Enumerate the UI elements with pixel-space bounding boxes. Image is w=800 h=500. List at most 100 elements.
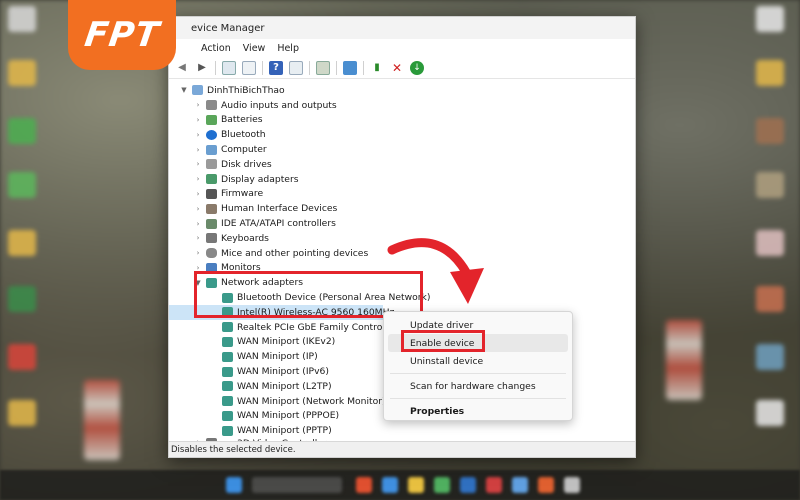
category-label: Network adapters bbox=[221, 277, 304, 289]
tree-device[interactable]: WAN Miniport (PPTP) bbox=[169, 423, 635, 438]
forward-icon[interactable]: ▶ bbox=[195, 61, 209, 75]
taskbar-app-icon[interactable] bbox=[512, 477, 528, 493]
chevron-right-icon[interactable]: › bbox=[193, 249, 203, 257]
help-icon[interactable]: ? bbox=[269, 60, 283, 75]
tree-device-selected[interactable]: Intel(R) Wireless-AC 9560 160MHz bbox=[169, 304, 394, 320]
chevron-right-icon[interactable]: › bbox=[193, 175, 203, 183]
desktop-icon[interactable] bbox=[756, 400, 784, 426]
desktop-icon[interactable] bbox=[756, 230, 784, 256]
taskbar-app-icon[interactable] bbox=[356, 477, 372, 493]
chevron-right-icon[interactable]: › bbox=[193, 116, 203, 124]
toolbar: ◀ ▶ ? ▮ ✕ ↓ bbox=[169, 57, 635, 79]
menu-bar: Action View Help bbox=[169, 39, 635, 57]
taskbar-app-icon[interactable] bbox=[460, 477, 476, 493]
enable-icon[interactable]: ↓ bbox=[410, 60, 424, 75]
fpt-logo: FPT bbox=[68, 0, 176, 70]
category-label: Display adapters bbox=[221, 173, 299, 185]
taskbar bbox=[0, 470, 800, 500]
keyboard-icon bbox=[206, 233, 217, 244]
chevron-right-icon[interactable]: › bbox=[193, 131, 203, 139]
device-label: WAN Miniport (IKEv2) bbox=[237, 336, 336, 348]
tree-category[interactable]: › Audio inputs and outputs bbox=[169, 98, 635, 113]
taskbar-app-icon[interactable] bbox=[434, 477, 450, 493]
tree-category[interactable]: › Computer bbox=[169, 142, 635, 157]
desktop-icon[interactable] bbox=[8, 400, 36, 426]
monitor-icon[interactable] bbox=[343, 60, 357, 75]
desktop-icon[interactable] bbox=[756, 60, 784, 86]
computer-icon bbox=[206, 144, 217, 155]
menu-action[interactable]: Action bbox=[201, 43, 231, 54]
category-label: IDE ATA/ATAPI controllers bbox=[221, 218, 336, 230]
desktop-icon[interactable] bbox=[756, 344, 784, 370]
back-icon[interactable]: ◀ bbox=[175, 61, 189, 75]
chevron-right-icon[interactable]: › bbox=[193, 220, 203, 228]
chevron-right-icon[interactable]: › bbox=[193, 234, 203, 242]
desktop-icon[interactable] bbox=[8, 230, 36, 256]
menu-help[interactable]: Help bbox=[277, 43, 299, 54]
desktop-icon[interactable] bbox=[8, 344, 36, 370]
properties-menu-item[interactable]: Properties bbox=[384, 402, 572, 420]
chevron-right-icon[interactable]: › bbox=[193, 101, 203, 109]
network-adapter-icon bbox=[222, 410, 233, 421]
desktop-icon[interactable] bbox=[8, 286, 36, 312]
disk-icon bbox=[206, 159, 217, 170]
chevron-right-icon[interactable]: › bbox=[193, 160, 203, 168]
windows-start-icon[interactable] bbox=[226, 477, 242, 493]
desktop-icon[interactable] bbox=[8, 6, 36, 32]
update-driver-icon[interactable]: ▮ bbox=[370, 61, 384, 75]
taskbar-app-icon[interactable] bbox=[486, 477, 502, 493]
background-post bbox=[666, 320, 702, 400]
desktop-icon[interactable] bbox=[8, 60, 36, 86]
tree-root-label: DinhThiBichThao bbox=[207, 84, 285, 96]
chevron-right-icon[interactable]: › bbox=[193, 205, 203, 213]
tree-root[interactable]: ▼ DinhThiBichThao bbox=[169, 83, 635, 98]
chevron-down-icon[interactable]: ▼ bbox=[193, 279, 203, 287]
computer-icon bbox=[192, 85, 203, 96]
arrow-head bbox=[450, 268, 484, 304]
uninstall-icon[interactable]: ✕ bbox=[390, 61, 404, 75]
view-icon[interactable] bbox=[289, 60, 303, 75]
desktop-icon[interactable] bbox=[756, 172, 784, 198]
desktop-icon[interactable] bbox=[756, 6, 784, 32]
hid-icon bbox=[206, 203, 217, 214]
properties-icon[interactable] bbox=[222, 60, 236, 75]
disabled-network-adapter-icon bbox=[222, 307, 233, 318]
device-label: WAN Miniport (Network Monitor) bbox=[237, 395, 386, 407]
desktop-icon[interactable] bbox=[8, 118, 36, 144]
desktop-icon[interactable] bbox=[8, 172, 36, 198]
print-icon[interactable] bbox=[316, 60, 330, 75]
tree-category[interactable]: › IDE ATA/ATAPI controllers bbox=[169, 216, 635, 231]
toolbar-separator bbox=[215, 60, 216, 75]
chevron-down-icon[interactable]: ▼ bbox=[179, 86, 189, 94]
desktop-icon[interactable] bbox=[756, 286, 784, 312]
taskbar-app-icon[interactable] bbox=[382, 477, 398, 493]
scan-hardware-menu-item[interactable]: Scan for hardware changes bbox=[384, 377, 572, 395]
menu-separator bbox=[390, 373, 566, 374]
tree-category[interactable]: › Disk drives bbox=[169, 157, 635, 172]
device-list-icon[interactable] bbox=[242, 60, 256, 75]
title-bar[interactable]: evice Manager bbox=[169, 17, 635, 39]
menu-view[interactable]: View bbox=[243, 43, 266, 54]
taskbar-app-icon[interactable] bbox=[564, 477, 580, 493]
chevron-right-icon[interactable]: › bbox=[193, 190, 203, 198]
tree-category[interactable]: › Display adapters bbox=[169, 172, 635, 187]
chevron-right-icon[interactable]: › bbox=[193, 146, 203, 154]
search-icon[interactable] bbox=[252, 477, 342, 493]
chevron-right-icon[interactable]: › bbox=[193, 264, 203, 272]
update-driver-menu-item[interactable]: Update driver bbox=[384, 316, 572, 334]
desktop-icon[interactable] bbox=[756, 118, 784, 144]
taskbar-app-icon[interactable] bbox=[538, 477, 554, 493]
ide-controller-icon bbox=[206, 218, 217, 229]
display-adapter-icon bbox=[206, 174, 217, 185]
category-label: Batteries bbox=[221, 114, 263, 126]
tree-category[interactable]: › Bluetooth bbox=[169, 127, 635, 142]
tree-category[interactable]: › Human Interface Devices bbox=[169, 201, 635, 216]
taskbar-app-icon[interactable] bbox=[408, 477, 424, 493]
tree-category[interactable]: › Batteries bbox=[169, 113, 635, 128]
enable-device-menu-item[interactable]: Enable device bbox=[388, 334, 568, 352]
tree-category[interactable]: › Firmware bbox=[169, 187, 635, 202]
bluetooth-icon bbox=[206, 129, 217, 140]
category-label: Mice and other pointing devices bbox=[221, 247, 369, 259]
uninstall-device-menu-item[interactable]: Uninstall device bbox=[384, 352, 572, 370]
device-label: WAN Miniport (PPTP) bbox=[237, 425, 332, 437]
